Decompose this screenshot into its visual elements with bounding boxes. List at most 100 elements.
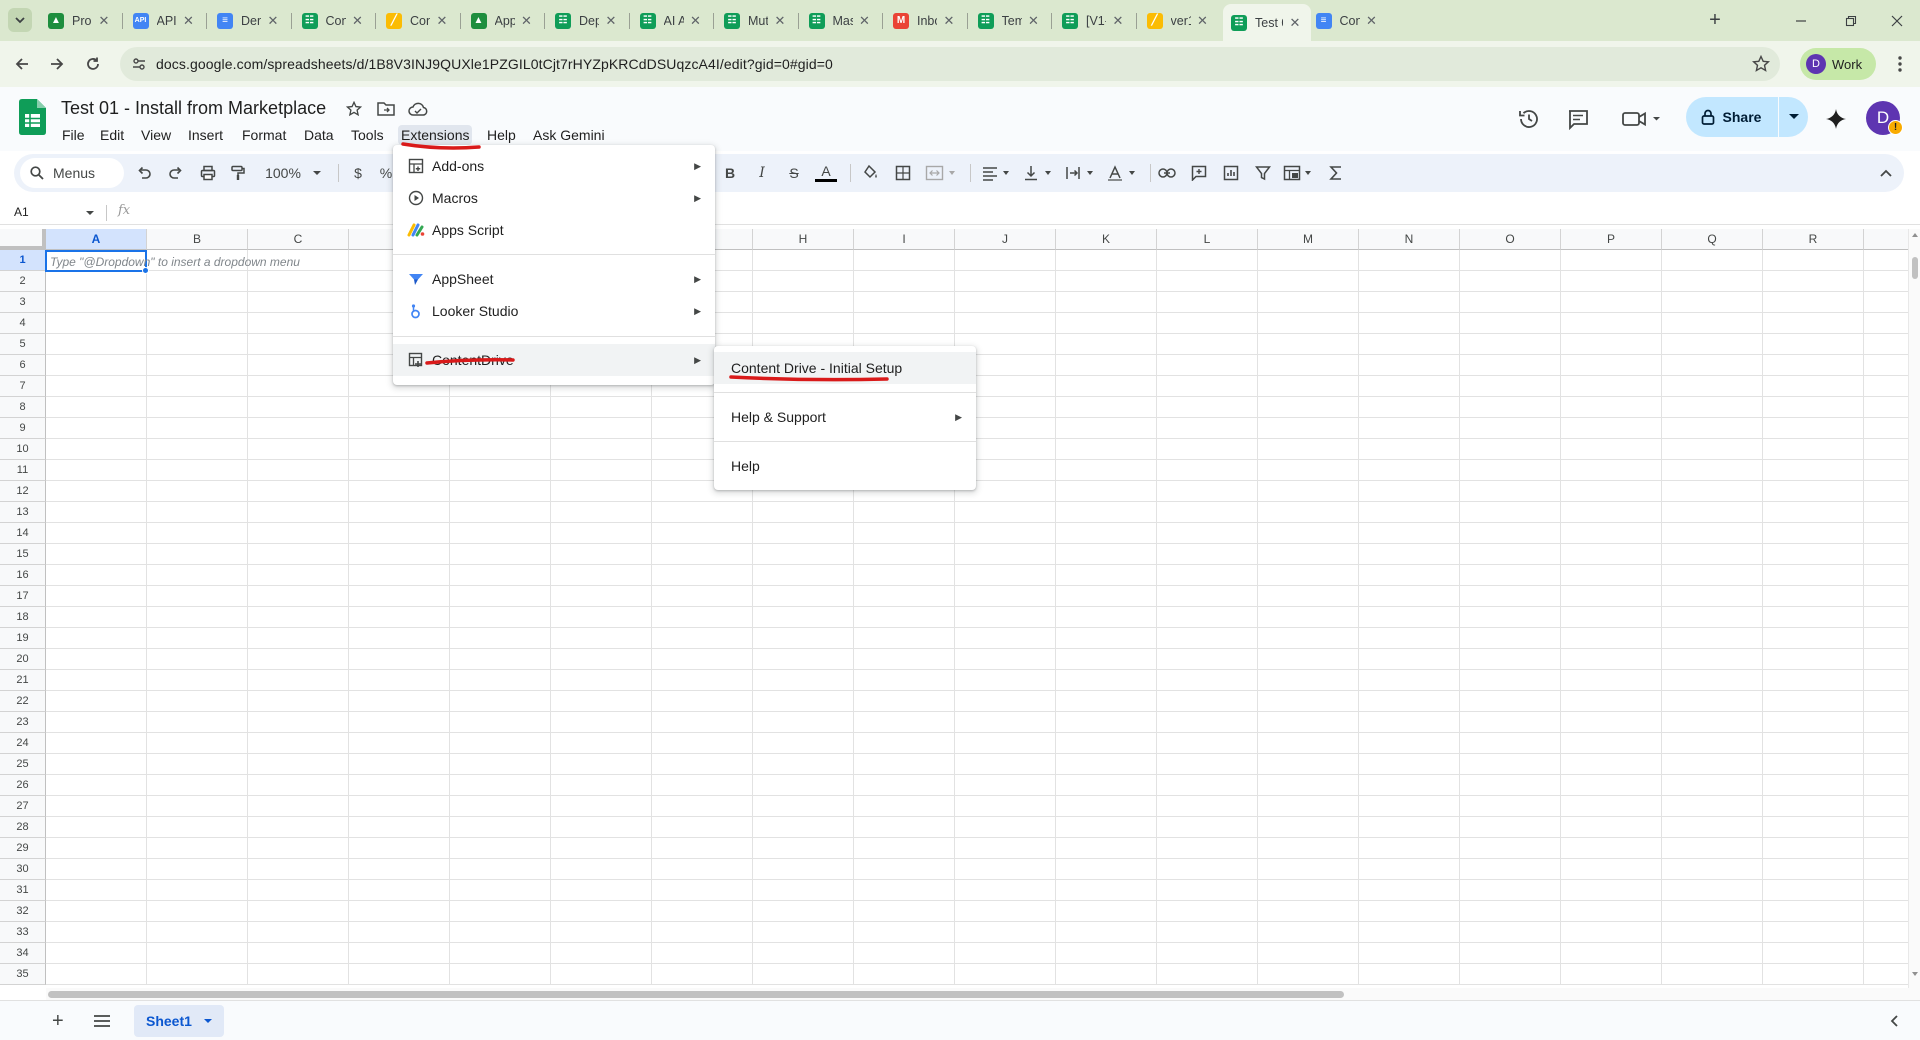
horizontal-scrollbar[interactable] [46, 988, 1920, 1000]
browser-tab[interactable]: ☷ Templ ✕ [970, 6, 1050, 35]
row-header[interactable]: 33 [0, 922, 46, 943]
bold-button[interactable]: B [720, 163, 740, 183]
browser-tab[interactable]: API APIs & ✕ [125, 6, 205, 35]
browser-tab[interactable]: ▲ App & ✕ [463, 6, 543, 35]
vertical-scroll-thumb[interactable] [1912, 257, 1918, 279]
browser-tab[interactable]: ╱ Conte ✕ [378, 6, 458, 35]
browser-tab[interactable]: ☷ Test 0 ✕ [1223, 4, 1311, 41]
profile-chip[interactable]: D Work [1800, 48, 1876, 80]
filter-views-icon[interactable] [1282, 163, 1316, 183]
horizontal-scroll-thumb[interactable] [48, 991, 1344, 998]
row-header[interactable]: 2 [0, 271, 46, 292]
row-header[interactable]: 8 [0, 397, 46, 418]
row-header[interactable]: 18 [0, 607, 46, 628]
close-tab-icon[interactable]: ✕ [941, 13, 957, 29]
all-sheets-icon[interactable] [94, 1015, 110, 1027]
forward-button[interactable] [43, 50, 71, 78]
column-header[interactable]: B [147, 229, 248, 250]
row-header[interactable]: 11 [0, 460, 46, 481]
row-header[interactable]: 27 [0, 796, 46, 817]
browser-tab[interactable]: ☷ AI Age ✕ [632, 6, 712, 35]
column-header[interactable]: K [1056, 229, 1157, 250]
row-header[interactable]: 16 [0, 565, 46, 586]
close-tab-icon[interactable]: ✕ [181, 13, 197, 29]
column-header[interactable]: I [854, 229, 955, 250]
insert-comment-icon[interactable] [1188, 163, 1210, 183]
filter-icon[interactable] [1252, 163, 1274, 183]
column-header[interactable]: Q [1662, 229, 1763, 250]
insert-link-icon[interactable] [1156, 163, 1178, 183]
close-tab-icon[interactable]: ✕ [350, 13, 366, 29]
menu-insert[interactable]: Insert [185, 125, 226, 145]
menu-item-macros[interactable]: Macros ▶ [393, 182, 715, 214]
browser-tab[interactable]: ≡ Demo ✕ [209, 6, 289, 35]
close-tab-icon[interactable]: ✕ [434, 13, 450, 29]
browser-tab[interactable]: ▲ Produ ✕ [40, 6, 120, 35]
menu-view[interactable]: View [138, 125, 174, 145]
row-header[interactable]: 5 [0, 334, 46, 355]
browser-menu-button[interactable] [1886, 50, 1914, 78]
functions-icon[interactable] [1326, 163, 1346, 183]
row-header[interactable]: 9 [0, 418, 46, 439]
tab-search-button[interactable] [8, 8, 32, 32]
row-header[interactable]: 6 [0, 355, 46, 376]
menu-item-help[interactable]: Help [714, 450, 976, 482]
column-header[interactable]: M [1258, 229, 1359, 250]
column-header[interactable] [1864, 229, 1908, 250]
sheets-logo-icon[interactable] [19, 99, 46, 135]
menu-item-apps-script[interactable]: Apps Script [393, 214, 715, 246]
vertical-scrollbar[interactable] [1908, 229, 1920, 988]
close-tab-icon[interactable]: ✕ [1026, 13, 1042, 29]
column-header[interactable]: P [1561, 229, 1662, 250]
column-header[interactable]: A [46, 229, 147, 250]
column-header[interactable]: H [753, 229, 854, 250]
row-header[interactable]: 31 [0, 880, 46, 901]
row-header[interactable]: 23 [0, 712, 46, 733]
spreadsheet-grid[interactable]: ABCDEFGHIJKLMNOPQR 123456789101112131415… [0, 229, 1908, 988]
row-header[interactable]: 7 [0, 376, 46, 397]
menus-search-button[interactable]: Menus [20, 158, 124, 188]
menu-file[interactable]: File [59, 125, 88, 145]
row-header[interactable]: 19 [0, 628, 46, 649]
row-header[interactable]: 21 [0, 670, 46, 691]
print-icon[interactable] [198, 163, 218, 183]
column-header[interactable]: C [248, 229, 349, 250]
browser-tab[interactable]: ☷ Deplo ✕ [547, 6, 627, 35]
close-tab-icon[interactable]: ✕ [96, 13, 112, 29]
bookmark-star-icon[interactable] [1752, 55, 1770, 73]
row-header[interactable]: 20 [0, 649, 46, 670]
gemini-icon[interactable] [1824, 107, 1848, 131]
document-title[interactable]: Test 01 - Install from Marketplace [61, 98, 326, 119]
horizontal-align-icon[interactable] [980, 163, 1014, 183]
move-folder-icon[interactable] [376, 99, 396, 119]
strikethrough-button[interactable]: S [784, 163, 804, 183]
row-header[interactable]: 14 [0, 523, 46, 544]
browser-tab[interactable]: ╱ ver1_ ✕ [1139, 6, 1219, 35]
close-tab-icon[interactable]: ✕ [1110, 13, 1126, 29]
restore-button[interactable] [1828, 0, 1874, 41]
select-all-corner[interactable] [0, 229, 46, 250]
row-header[interactable]: 32 [0, 901, 46, 922]
site-info-icon[interactable] [132, 57, 146, 71]
close-tab-icon[interactable]: ✕ [1287, 15, 1303, 31]
undo-icon[interactable] [134, 163, 154, 183]
close-tab-icon[interactable]: ✕ [1364, 13, 1380, 29]
close-window-button[interactable] [1874, 0, 1920, 41]
row-header[interactable]: 22 [0, 691, 46, 712]
row-header[interactable]: 34 [0, 943, 46, 964]
scroll-down-icon[interactable] [1912, 972, 1918, 976]
row-header[interactable]: 29 [0, 838, 46, 859]
browser-tab[interactable]: ☷ [V1-W ✕ [1054, 6, 1134, 35]
borders-icon[interactable] [892, 163, 914, 183]
menu-item-looker-studio[interactable]: Looker Studio ▶ [393, 295, 715, 327]
column-header[interactable]: J [955, 229, 1056, 250]
row-header[interactable]: 30 [0, 859, 46, 880]
menu-format[interactable]: Format [239, 125, 289, 145]
menu-item-help-support[interactable]: Help & Support ▶ [714, 401, 976, 433]
column-header[interactable]: O [1460, 229, 1561, 250]
close-tab-icon[interactable]: ✕ [772, 13, 788, 29]
collapse-toolbar-icon[interactable] [1876, 163, 1896, 183]
row-header[interactable]: 17 [0, 586, 46, 607]
row-header[interactable]: 15 [0, 544, 46, 565]
zoom-select[interactable]: 100% [262, 163, 324, 183]
